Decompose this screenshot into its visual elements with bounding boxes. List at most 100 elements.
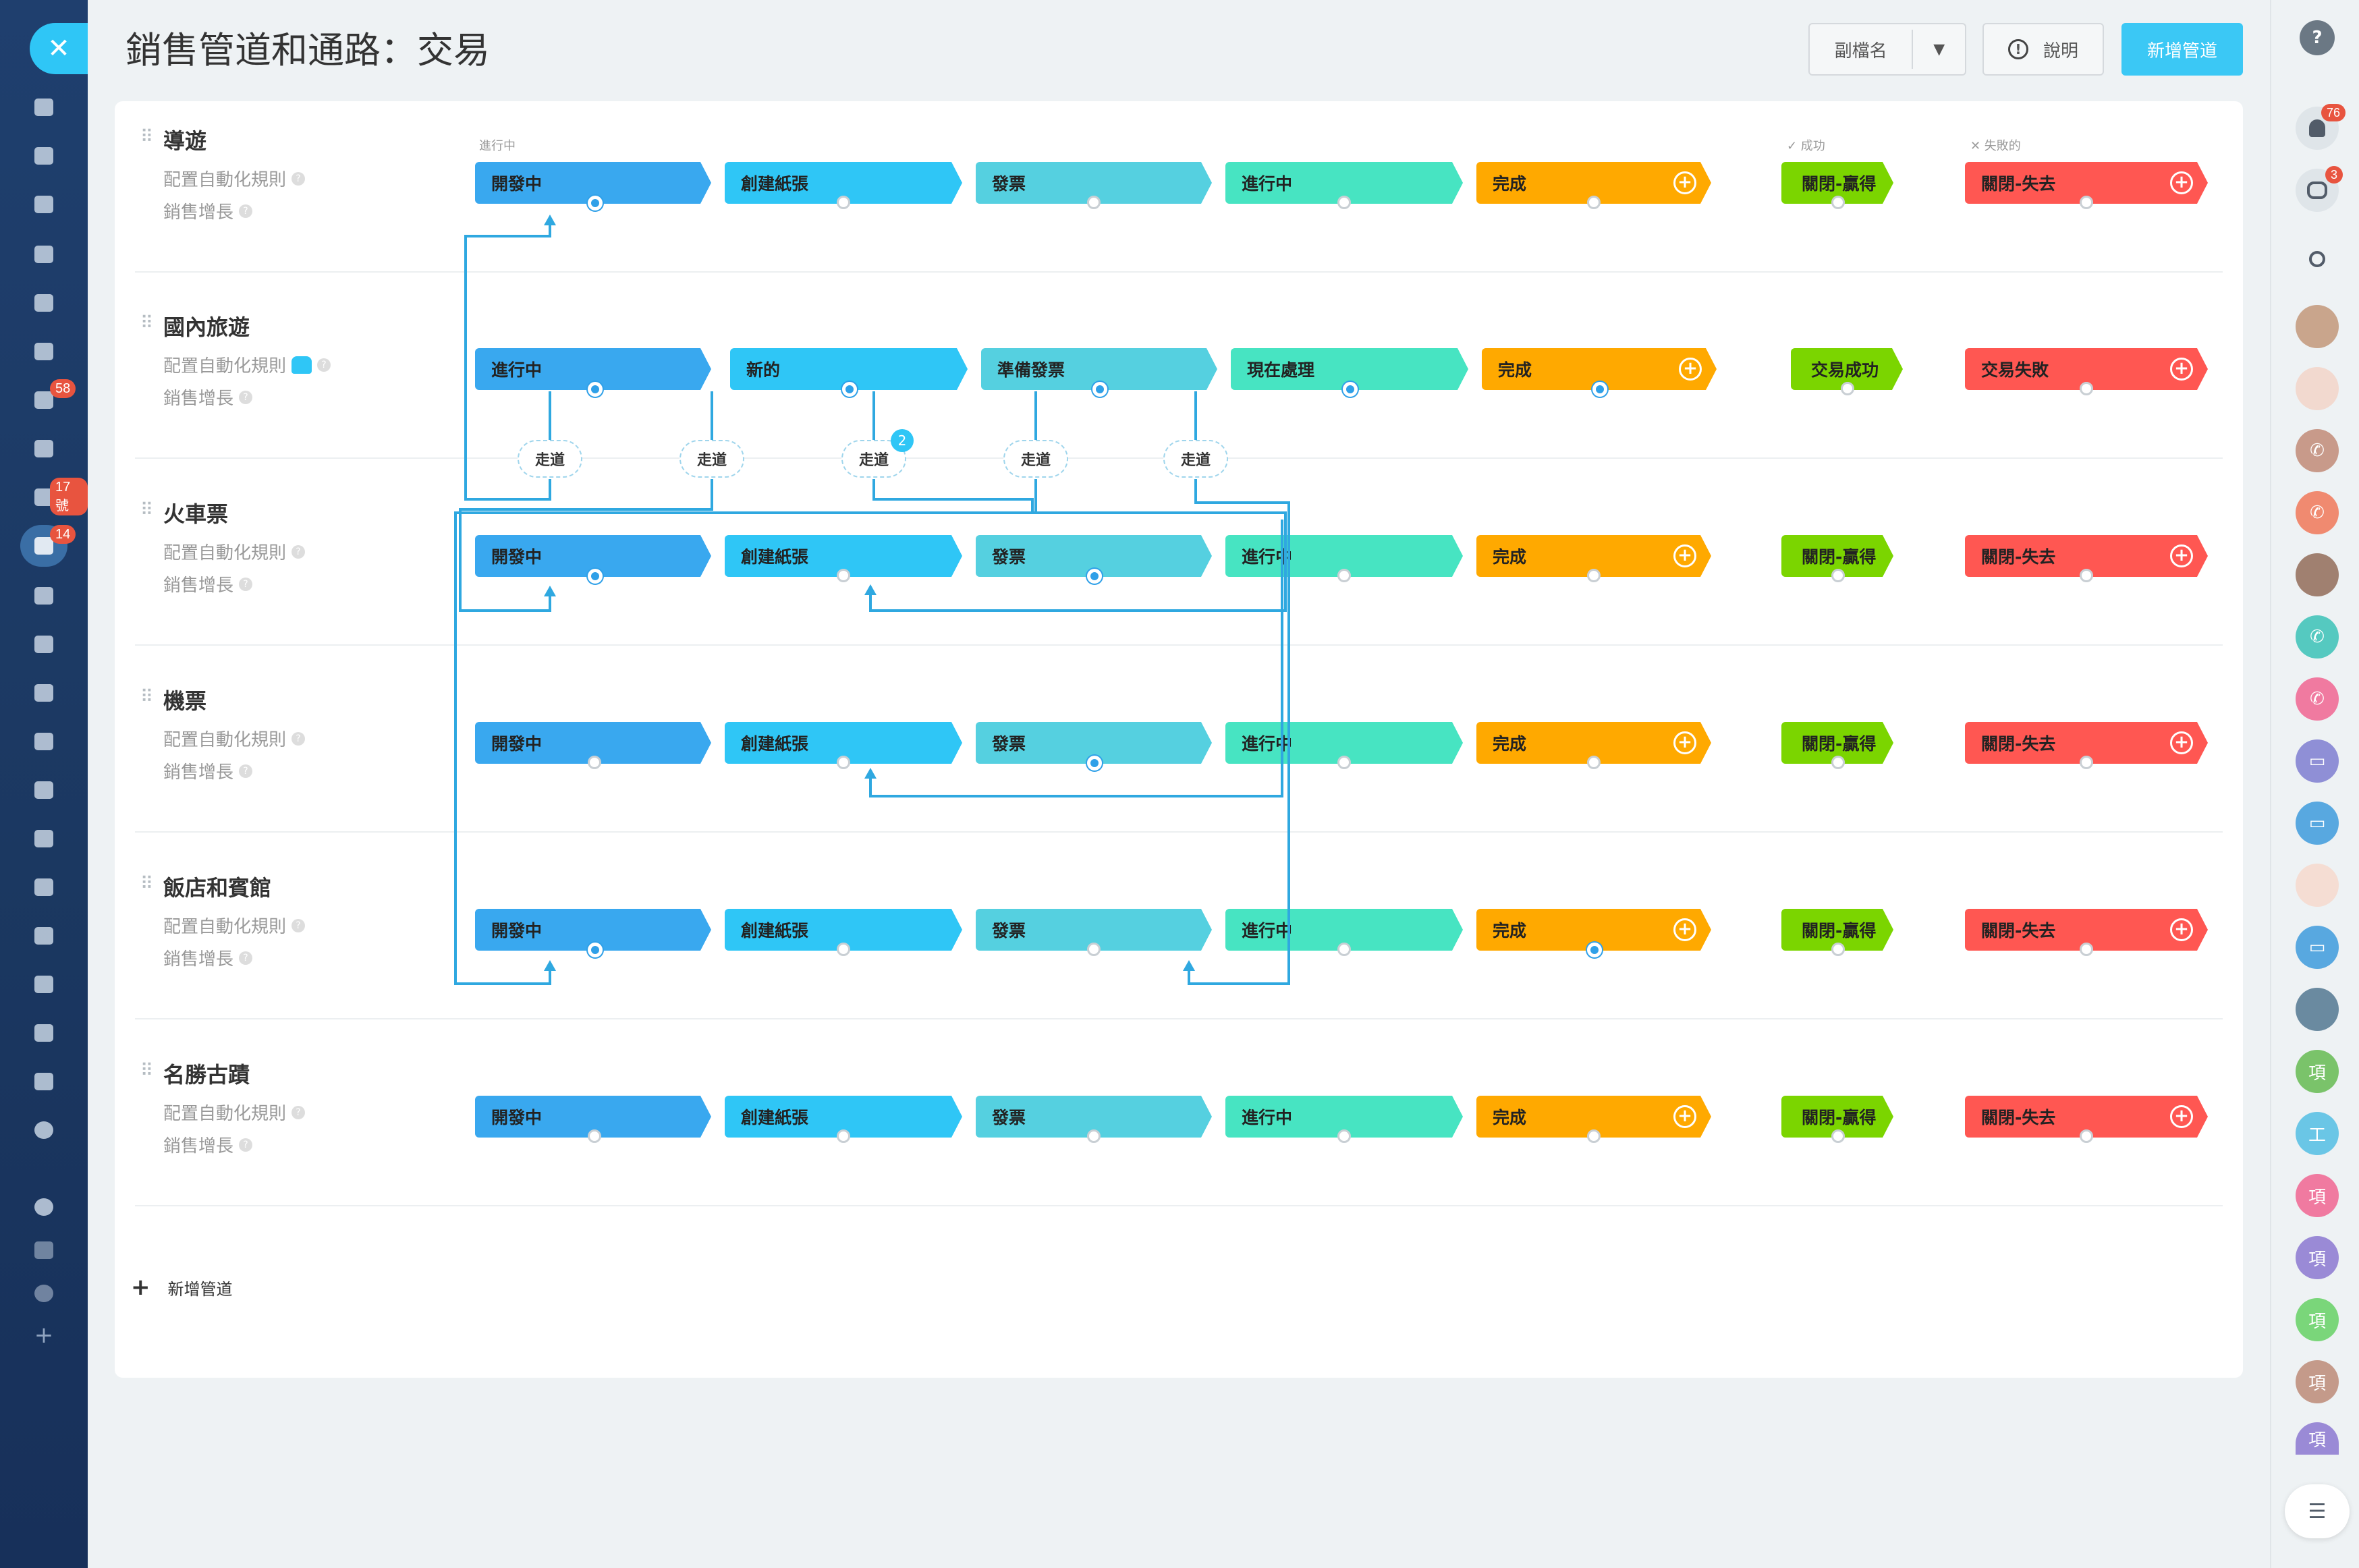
network-icon[interactable] bbox=[31, 1237, 57, 1263]
cart-icon[interactable] bbox=[31, 680, 57, 706]
contact-card-icon[interactable]: ▭ bbox=[2296, 926, 2339, 969]
avatar[interactable] bbox=[2296, 305, 2339, 348]
add-stage-icon[interactable]: + bbox=[2170, 171, 2193, 194]
add-stage-icon[interactable]: + bbox=[1673, 171, 1696, 194]
drag-handle-icon[interactable]: ⠿ bbox=[140, 501, 153, 519]
stage-connector-dot[interactable] bbox=[1087, 196, 1101, 209]
stage-connector-dot[interactable] bbox=[2080, 196, 2093, 209]
contacts-icon[interactable] bbox=[31, 436, 57, 461]
stage-connector-dot[interactable] bbox=[1831, 196, 1845, 209]
help-icon[interactable]: ? bbox=[239, 390, 253, 404]
analytics-icon[interactable] bbox=[31, 826, 57, 851]
tunnel-chip[interactable]: 走道 bbox=[679, 440, 744, 478]
search-icon[interactable] bbox=[2296, 237, 2339, 281]
sales-growth-link[interactable]: 銷售增長? bbox=[163, 758, 253, 783]
chat-icon[interactable] bbox=[31, 192, 57, 217]
drag-handle-icon[interactable]: ⠿ bbox=[140, 314, 153, 332]
sales-growth-link[interactable]: 銷售增長? bbox=[163, 945, 253, 970]
add-pipeline-button[interactable]: 新增管道 bbox=[2121, 23, 2243, 76]
sites-icon[interactable] bbox=[31, 874, 57, 900]
stage-connector-dot[interactable] bbox=[1841, 382, 1854, 395]
help-icon[interactable]: ? bbox=[292, 1105, 306, 1119]
drag-handle-icon[interactable]: ⠿ bbox=[140, 1062, 153, 1080]
activity-icon[interactable] bbox=[31, 94, 57, 120]
add-stage-icon[interactable]: + bbox=[2170, 1105, 2193, 1128]
add-stage-icon[interactable]: + bbox=[2170, 358, 2193, 381]
phone-icon[interactable]: ✆ bbox=[2296, 615, 2339, 659]
chevron-down-icon[interactable]: ▼ bbox=[1913, 41, 1965, 58]
target-icon[interactable] bbox=[31, 632, 57, 657]
sales-growth-link[interactable]: 銷售增長? bbox=[163, 571, 253, 596]
stage-connector-dot[interactable] bbox=[1337, 756, 1351, 769]
stage-connector-dot[interactable] bbox=[2080, 569, 2093, 582]
tunnel-chip[interactable]: 走道 bbox=[1003, 440, 1068, 478]
stage-connector-dot[interactable] bbox=[588, 382, 603, 397]
stage-connector-dot[interactable] bbox=[1587, 943, 1602, 957]
drag-handle-icon[interactable]: ⠿ bbox=[140, 875, 153, 893]
bank-icon[interactable] bbox=[31, 583, 57, 609]
stage-connector-dot[interactable] bbox=[1092, 382, 1107, 397]
stage-connector-dot[interactable] bbox=[2080, 756, 2093, 769]
list-menu-icon[interactable]: ☰ bbox=[2285, 1484, 2350, 1538]
close-button[interactable]: ✕ bbox=[30, 23, 88, 74]
help-icon[interactable] bbox=[31, 1194, 57, 1220]
stage-connector-dot[interactable] bbox=[837, 1129, 850, 1143]
feed-icon[interactable] bbox=[31, 143, 57, 169]
contact-avatar[interactable]: 項 bbox=[2296, 1236, 2339, 1279]
stage-connector-dot[interactable] bbox=[588, 1129, 601, 1143]
stage-connector-dot[interactable] bbox=[1343, 382, 1358, 397]
help-icon[interactable]: ? bbox=[292, 544, 306, 559]
help-icon[interactable]: ? bbox=[239, 1138, 253, 1152]
tunnel-chip[interactable]: 走道 bbox=[518, 440, 582, 478]
help-icon[interactable]: ? bbox=[239, 577, 253, 591]
stage-connector-dot[interactable] bbox=[1587, 756, 1601, 769]
stage-connector-dot[interactable] bbox=[1337, 569, 1351, 582]
stage-connector-dot[interactable] bbox=[837, 569, 850, 582]
settings-icon[interactable] bbox=[31, 1281, 57, 1306]
help-icon[interactable]: ? bbox=[292, 731, 306, 746]
stage-connector-dot[interactable] bbox=[1831, 756, 1845, 769]
calendar-icon[interactable] bbox=[31, 242, 57, 267]
stage-connector-dot[interactable] bbox=[1337, 1129, 1351, 1143]
stage-connector-dot[interactable] bbox=[1587, 569, 1601, 582]
phone-icon[interactable]: ✆ bbox=[2296, 429, 2339, 472]
stage-connector-dot[interactable] bbox=[588, 943, 603, 957]
avatar[interactable] bbox=[2296, 553, 2339, 596]
contact-card-icon[interactable]: ▭ bbox=[2296, 739, 2339, 783]
developer-icon[interactable] bbox=[31, 1069, 57, 1094]
add-stage-icon[interactable]: + bbox=[1673, 544, 1696, 567]
drag-handle-icon[interactable]: ⠿ bbox=[140, 688, 153, 706]
edit-list-icon[interactable] bbox=[31, 729, 57, 754]
drive-icon[interactable] bbox=[31, 339, 57, 364]
contact-avatar[interactable]: 項 bbox=[2296, 1050, 2339, 1093]
contact-avatar[interactable]: 項 bbox=[2296, 1174, 2339, 1217]
automation-rules-link[interactable]: 配置自動化規則? bbox=[163, 1100, 306, 1125]
help-icon[interactable]: ? bbox=[292, 171, 306, 186]
contact-avatar[interactable]: 工 bbox=[2296, 1112, 2339, 1155]
stage-connector-dot[interactable] bbox=[588, 756, 601, 769]
stage-connector-dot[interactable] bbox=[2080, 943, 2093, 956]
add-stage-icon[interactable]: + bbox=[1673, 918, 1696, 941]
stage-connector-dot[interactable] bbox=[2080, 382, 2093, 395]
sales-growth-link[interactable]: 銷售增長? bbox=[163, 198, 253, 223]
stage-connector-dot[interactable] bbox=[1831, 1129, 1845, 1143]
box-icon[interactable] bbox=[31, 972, 57, 997]
contact-avatar[interactable]: 項 bbox=[2296, 1298, 2339, 1341]
stage-connector-dot[interactable] bbox=[2080, 1129, 2093, 1143]
tunnel-chip[interactable]: 走道 bbox=[1163, 440, 1228, 478]
contact-card-icon[interactable]: ▭ bbox=[2296, 802, 2339, 845]
stage-connector-dot[interactable] bbox=[1587, 1129, 1601, 1143]
stage-connector-dot[interactable] bbox=[1087, 943, 1101, 956]
automation-rules-link[interactable]: 配置自動化規則? bbox=[163, 539, 306, 564]
add-stage-icon[interactable]: + bbox=[1679, 358, 1702, 381]
stage-connector-dot[interactable] bbox=[1831, 943, 1845, 956]
help-button[interactable]: ! 說明 bbox=[1982, 23, 2104, 76]
add-stage-icon[interactable]: + bbox=[1673, 731, 1696, 754]
robot-icon[interactable] bbox=[31, 923, 57, 949]
stage-connector-dot[interactable] bbox=[1592, 382, 1607, 397]
stage-connector-dot[interactable] bbox=[1831, 569, 1845, 582]
stage-connector-dot[interactable] bbox=[1087, 569, 1102, 584]
add-stage-icon[interactable]: + bbox=[2170, 731, 2193, 754]
automation-rules-link[interactable]: 配置自動化規則? bbox=[163, 726, 306, 751]
extensions-dropdown[interactable]: 副檔名 ▼ bbox=[1808, 23, 1966, 76]
